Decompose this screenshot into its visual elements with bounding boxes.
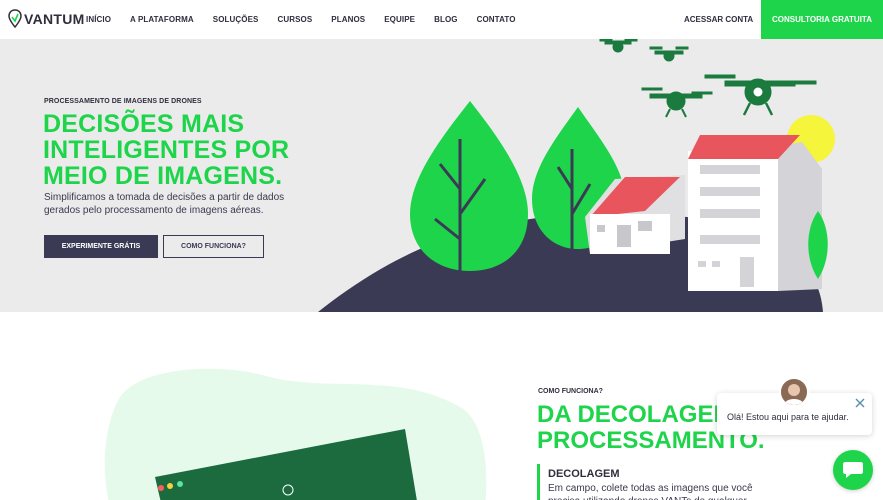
hero-illustration [318,39,835,312]
menu-item-contato[interactable]: CONTATO [477,15,516,24]
menu-item-equipe[interactable]: EQUIPE [384,15,415,24]
logo-pin-icon [8,9,22,29]
menu-item-plataforma[interactable]: A PLATAFORMA [130,15,194,24]
drone-icon [649,46,689,62]
chat-icon [843,462,863,478]
login-link[interactable]: ACESSAR CONTA [684,15,753,24]
consulting-cta-button[interactable]: CONSULTORIA GRATUITA [761,0,883,39]
step-text: Em campo, colete todas as imagens que vo… [548,483,753,500]
top-navigation: VANTUM INÍCIO A PLATAFORMA SOLUÇÕES CURS… [0,0,883,39]
how-eyebrow: COMO FUNCIONA? [538,388,603,395]
menu-item-planos[interactable]: PLANOS [331,15,365,24]
drone-icon [641,87,713,118]
main-menu: INÍCIO A PLATAFORMA SOLUÇÕES CURSOS PLAN… [86,0,535,39]
logo[interactable]: VANTUM [8,9,85,29]
avatar [779,377,809,407]
logo-text: VANTUM [24,11,85,27]
hero-eyebrow: PROCESSAMENTO DE IMAGENS DE DRONES [44,98,202,105]
chat-launcher-button[interactable] [833,450,873,490]
platform-illustration [104,368,487,500]
chat-greeting-text: Olá! Estou aqui para te ajudar. [727,412,849,422]
avatar-person-icon [781,379,807,405]
step-takeoff: DECOLAGEM Em campo, colete todas as imag… [537,464,777,500]
try-free-button[interactable]: EXPERIMENTE GRÁTIS [44,235,158,258]
building-icon [688,135,822,291]
step-title: DECOLAGEM [548,468,620,480]
drone-icon [704,74,817,116]
menu-item-solucoes[interactable]: SOLUÇÕES [213,15,259,24]
hero-headline: DECISÕES MAIS INTELIGENTES POR MEIO DE I… [43,110,290,190]
how-it-works-button[interactable]: COMO FUNCIONA? [163,235,264,258]
hero-section: PROCESSAMENTO DE IMAGENS DE DRONES DECIS… [0,39,883,312]
menu-item-inicio[interactable]: INÍCIO [86,15,111,24]
hero-subtitle: Simplificamos a tomada de decisões a par… [44,192,285,216]
close-icon[interactable] [854,397,866,409]
menu-item-cursos[interactable]: CURSOS [277,15,312,24]
drone-icon [599,39,638,53]
menu-item-blog[interactable]: BLOG [434,15,458,24]
